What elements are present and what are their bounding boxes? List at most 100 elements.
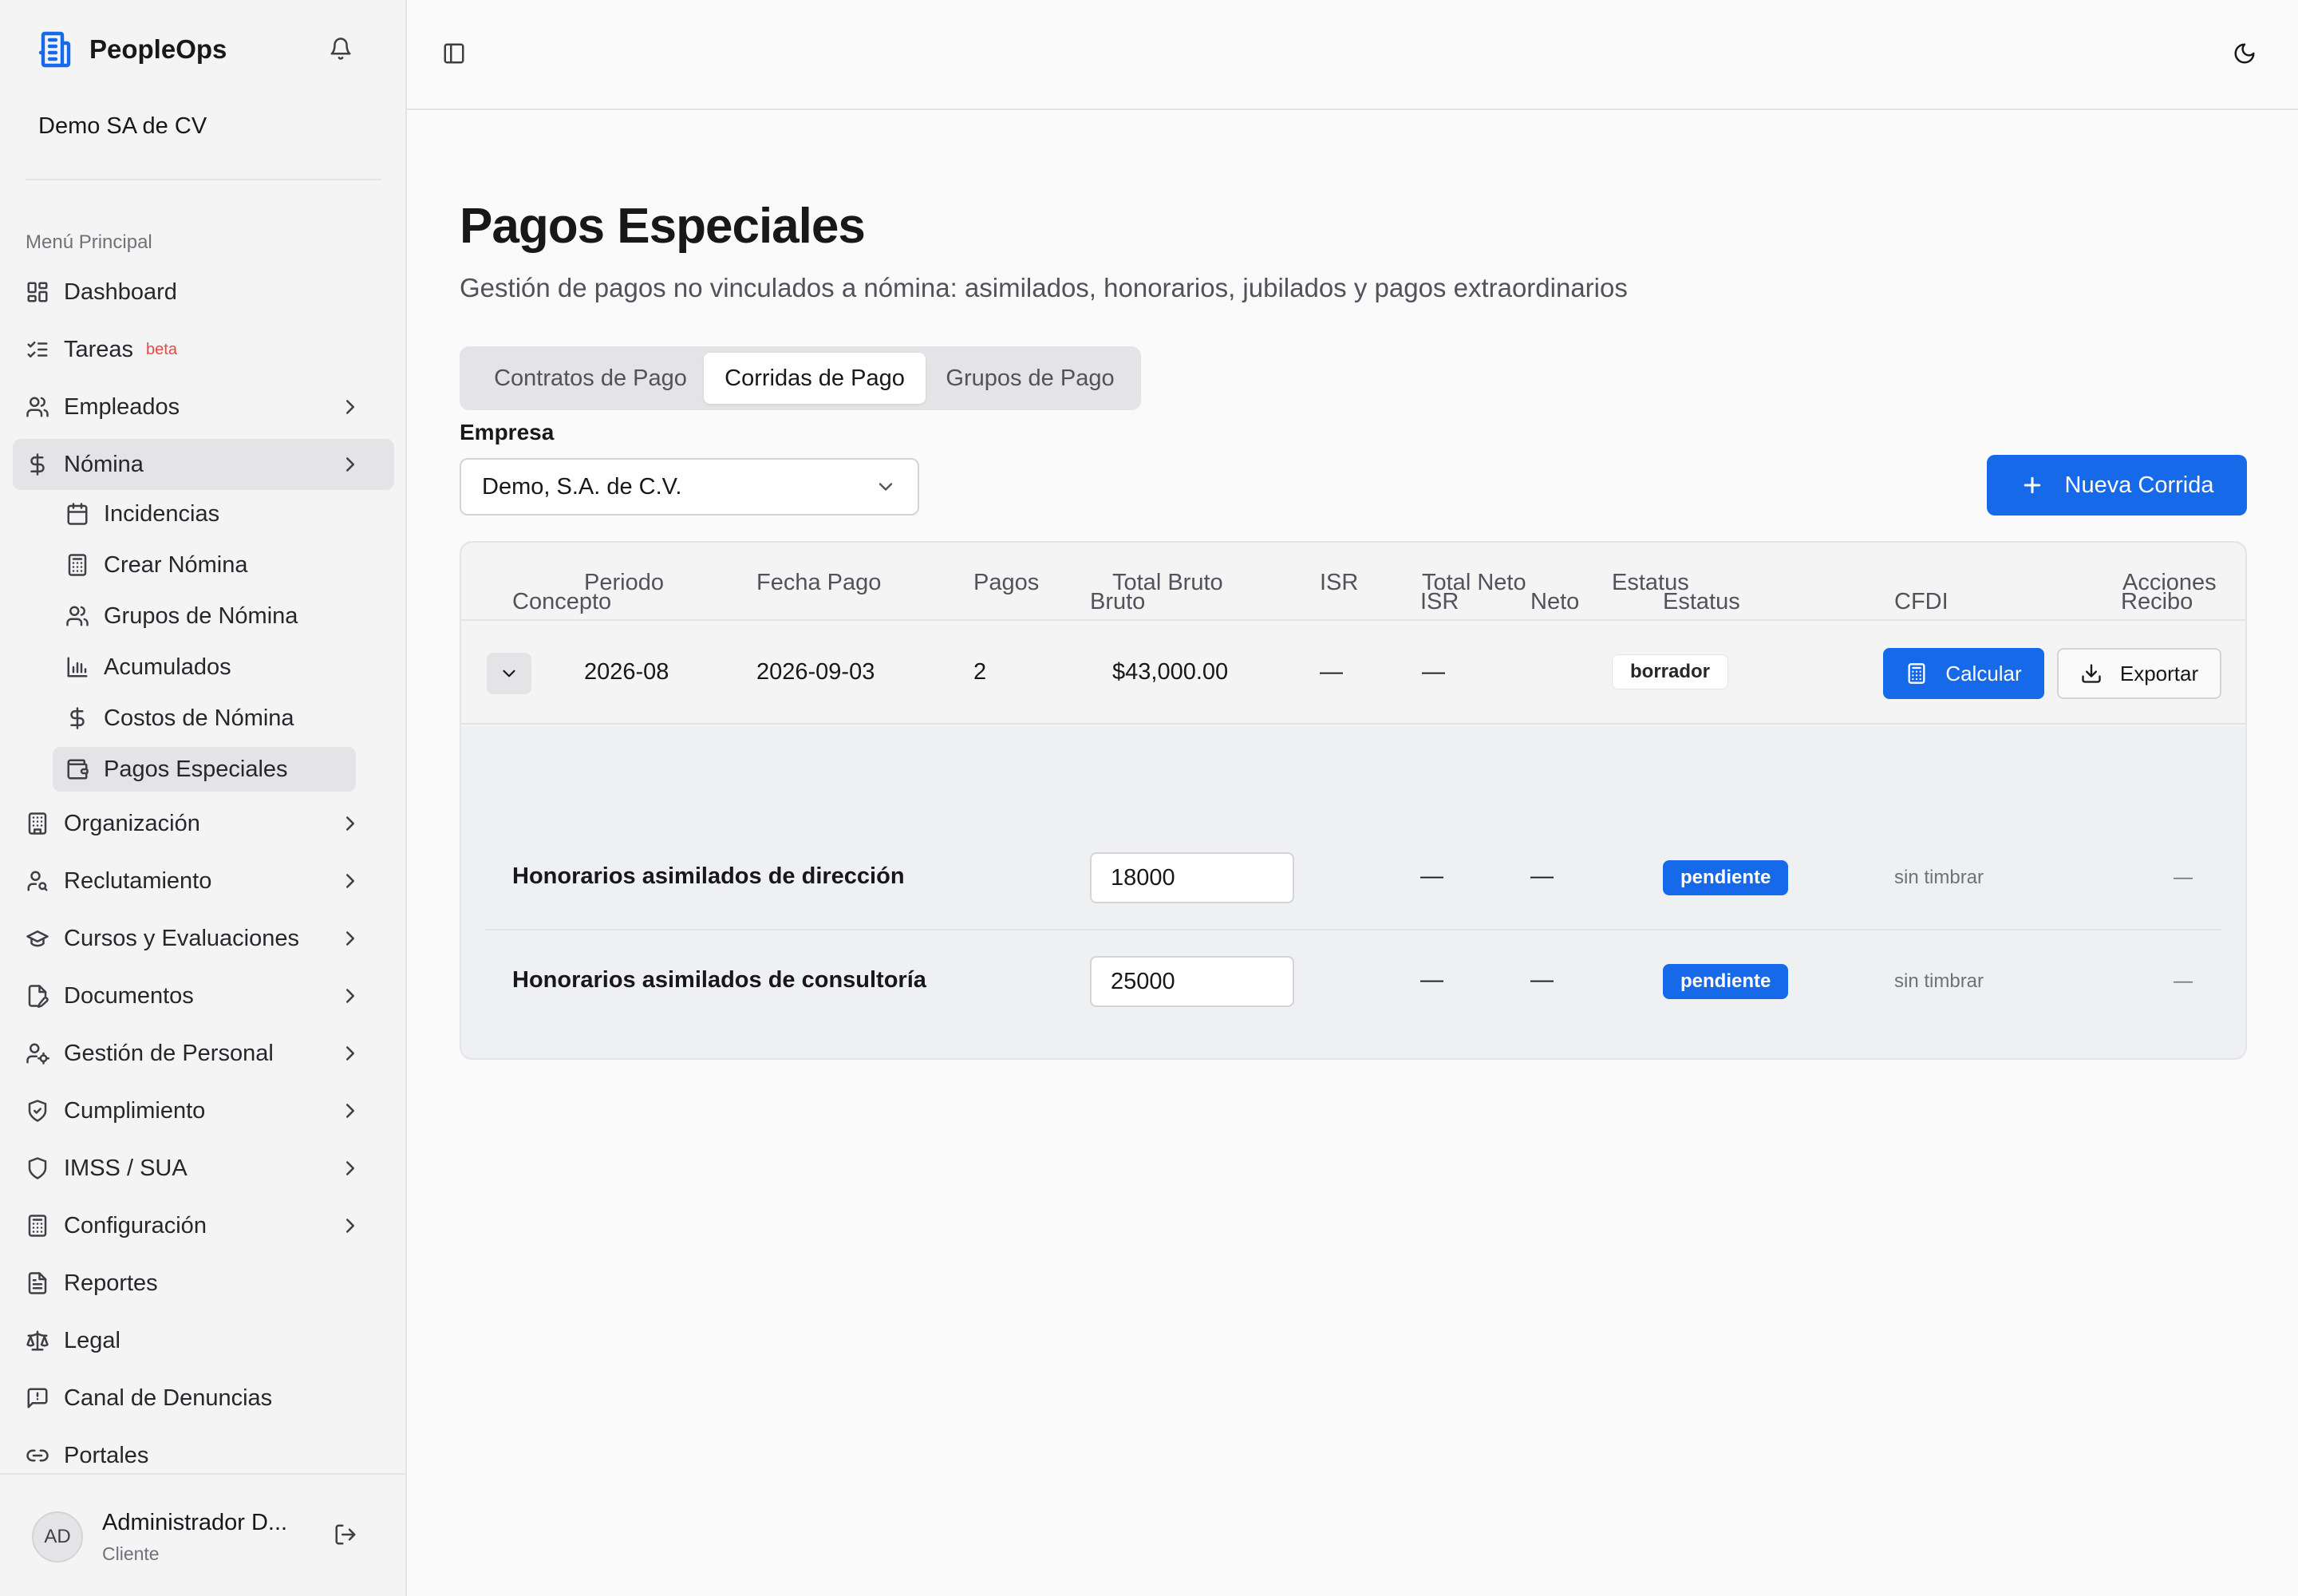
sidebar-subitem-label: Grupos de Nómina: [104, 602, 298, 629]
sidebar-item-canal-denuncias[interactable]: Canal de Denuncias: [13, 1373, 394, 1424]
sidebar-item-cursos[interactable]: Cursos y Evaluaciones: [13, 913, 394, 964]
layout-dashboard-icon: [27, 282, 48, 302]
sidebar-item-label: Documentos: [64, 982, 194, 1009]
detail-col-recibo: Recibo: [2121, 589, 2193, 614]
sidebar-subitem-pagos-especiales[interactable]: Pagos Especiales: [53, 747, 356, 792]
cell-periodo: 2026-08: [584, 659, 669, 685]
shield-icon: [28, 1157, 47, 1179]
sidebar-item-label: Tareas: [64, 336, 134, 362]
moon-icon[interactable]: [2233, 41, 2257, 65]
page-subtitle: Gestión de pagos no vinculados a nómina:…: [460, 273, 1628, 302]
calculator-icon: [1908, 663, 1925, 684]
detail-col-neto: Neto: [1530, 589, 1580, 614]
col-fecha-pago[interactable]: Fecha Pago: [756, 570, 881, 596]
scale-icon: [26, 1330, 49, 1351]
sidebar-item-label: IMSS / SUA: [64, 1155, 188, 1181]
expand-row-button[interactable]: [487, 653, 531, 694]
file-text-icon: [28, 1272, 47, 1294]
main-nav: Dashboard Tareas beta Empleados Nómina I…: [13, 267, 394, 1487]
cell-isr: —: [1320, 659, 1343, 685]
sidebar: PeopleOps Demo SA de CV Menú Principal D…: [0, 0, 407, 1596]
sidebar-item-reclutamiento[interactable]: Reclutamiento: [13, 855, 394, 907]
sidebar-item-gestion-personal[interactable]: Gestión de Personal: [13, 1028, 394, 1079]
status-badge: pendiente: [1663, 860, 1789, 895]
sidebar-item-label: Canal de Denuncias: [64, 1385, 273, 1411]
sidebar-item-documentos[interactable]: Documentos: [13, 970, 394, 1021]
cell-total-bruto: $43,000.00: [1112, 659, 1229, 685]
wallet-icon: [67, 759, 89, 780]
calcular-button[interactable]: Calcular: [1883, 648, 2044, 699]
sidebar-subitem-label: Acumulados: [104, 654, 231, 680]
recibo-value: —: [2174, 970, 2193, 992]
detail-col-concepto: Concepto: [512, 589, 612, 614]
sidebar-subitem-acumulados[interactable]: Acumulados: [53, 645, 356, 689]
sidebar-item-label: Cursos y Evaluaciones: [64, 925, 299, 951]
col-pagos[interactable]: Pagos: [973, 570, 1039, 596]
graduation-cap-icon: [26, 930, 49, 947]
plus-icon: [2024, 476, 2040, 494]
nueva-corrida-button[interactable]: Nueva Corrida: [1987, 455, 2247, 516]
sidebar-subitem-costos-nomina[interactable]: Costos de Nómina: [53, 696, 356, 741]
exportar-button[interactable]: Exportar: [2057, 648, 2221, 699]
chevron-down-icon: [879, 483, 893, 491]
company-name: Demo SA de CV: [38, 113, 207, 139]
sidebar-item-organizacion[interactable]: Organización: [13, 798, 394, 849]
detail-col-bruto: Bruto: [1090, 589, 1146, 614]
sidebar-subitem-incidencias[interactable]: Incidencias: [53, 492, 356, 536]
bell-icon[interactable]: [329, 37, 353, 61]
sidebar-item-empleados[interactable]: Empleados: [13, 381, 394, 433]
user-role: Cliente: [102, 1543, 160, 1564]
tab-contratos-pago[interactable]: Contratos de Pago: [472, 353, 709, 404]
menu-section-label: Menú Principal: [26, 231, 152, 253]
detail-isr: —: [1420, 967, 1443, 993]
sidebar-item-legal[interactable]: Legal: [13, 1315, 394, 1366]
sidebar-item-label: Portales: [64, 1442, 149, 1468]
chevron-right-icon: [346, 400, 354, 414]
sidebar-item-configuracion[interactable]: Configuración: [13, 1200, 394, 1251]
panel-left-icon[interactable]: [442, 41, 466, 65]
tab-corridas-pago[interactable]: Corridas de Pago: [704, 353, 926, 404]
avatar[interactable]: AD: [32, 1511, 83, 1562]
logout-icon[interactable]: [334, 1523, 357, 1547]
cell-fecha-pago: 2026-09-03: [756, 659, 875, 685]
sidebar-item-label: Gestión de Personal: [64, 1040, 274, 1066]
table-row: 2026-08 2026-09-03 2 $43,000.00 — — borr…: [461, 621, 2245, 725]
users-icon: [66, 606, 89, 626]
tab-grupos-pago[interactable]: Grupos de Pago: [926, 353, 1135, 404]
link-icon: [26, 1449, 49, 1462]
page-title: Pagos Especiales: [460, 199, 866, 254]
exportar-label: Exportar: [2119, 661, 2199, 685]
empresa-select[interactable]: Demo, S.A. de C.V.: [460, 458, 919, 516]
brand[interactable]: PeopleOps: [37, 30, 227, 69]
bruto-input[interactable]: 25000: [1090, 956, 1294, 1007]
sidebar-item-label: Organización: [64, 810, 200, 836]
sidebar-subitem-grupos-nomina[interactable]: Grupos de Nómina: [53, 594, 356, 638]
calculator-icon: [68, 554, 87, 576]
empresa-select-value: Demo, S.A. de C.V.: [482, 473, 682, 500]
app-name: PeopleOps: [89, 34, 227, 64]
empresa-label: Empresa: [460, 420, 555, 444]
chevron-right-icon: [346, 1046, 354, 1061]
sidebar-subitem-label: Costos de Nómina: [104, 705, 294, 731]
detail-col-estatus: Estatus: [1663, 589, 1740, 614]
sidebar-item-tareas[interactable]: Tareas beta: [13, 324, 394, 375]
sidebar-subitem-label: Pagos Especiales: [104, 756, 288, 782]
bar-chart-icon: [67, 657, 88, 678]
chevron-right-icon: [346, 1219, 354, 1233]
col-isr[interactable]: ISR: [1320, 570, 1358, 596]
bruto-input[interactable]: 18000: [1090, 852, 1294, 903]
nomina-submenu: Incidencias Crear Nómina Grupos de Nómin…: [53, 492, 394, 792]
sidebar-item-cumplimiento[interactable]: Cumplimiento: [13, 1085, 394, 1136]
sidebar-item-label: Legal: [64, 1327, 120, 1353]
top-bar: [407, 0, 2298, 110]
detail-col-cfdi: CFDI: [1894, 589, 1949, 614]
row-detail-panel: [461, 726, 2245, 1058]
sidebar-item-label: Nómina: [64, 451, 144, 477]
sidebar-item-nomina[interactable]: Nómina: [13, 439, 394, 490]
sidebar-subitem-crear-nomina[interactable]: Crear Nómina: [53, 543, 356, 587]
dollar-sign-icon: [70, 707, 85, 729]
sidebar-item-dashboard[interactable]: Dashboard: [13, 267, 394, 318]
sidebar-item-imss-sua[interactable]: IMSS / SUA: [13, 1143, 394, 1194]
sidebar-item-reportes[interactable]: Reportes: [13, 1258, 394, 1309]
chevron-right-icon: [346, 931, 354, 946]
